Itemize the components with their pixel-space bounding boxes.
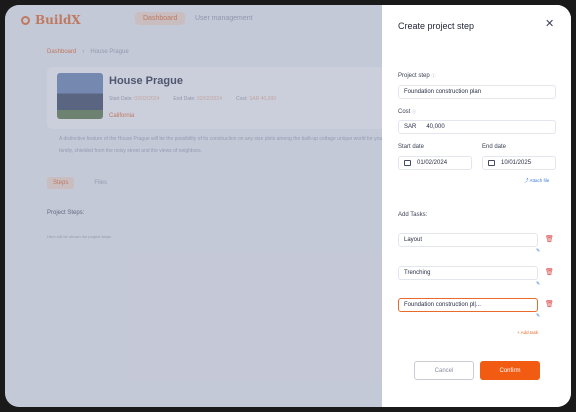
trash-icon[interactable]: 🗑 [545,268,554,276]
currency-select[interactable]: SAR [404,124,416,130]
trash-icon[interactable]: 🗑 [545,300,554,308]
edit-icon[interactable]: ✎ [536,249,541,254]
confirm-button[interactable]: Confirm [480,361,540,380]
background-app: BuildX Dashboard User management Dashboa… [5,5,387,407]
cancel-button[interactable]: Cancel [414,361,474,380]
task-value: Trenching [404,270,431,276]
close-icon[interactable]: ✕ [545,17,554,30]
end-date-input-value: 10/01/2025 [501,160,532,166]
cost-input-value: 40,000 [426,124,445,130]
edit-icon[interactable]: ✎ [536,314,541,319]
info-icon: ⓘ [412,109,417,114]
app-window: BuildX Dashboard User management Dashboa… [5,5,571,407]
task-value: Foundation construction pl|... [404,302,481,308]
cost-input[interactable]: SAR 40,000 [398,120,556,134]
end-date-input[interactable]: 10/01/2025 [482,156,556,170]
cost-field-label: Cost ⓘ [398,109,417,115]
end-date-field-label: End date [482,144,507,150]
panel-title: Create project step [398,21,475,31]
modal-overlay[interactable] [5,5,382,407]
start-date-input-value: 01/02/2024 [417,160,448,166]
edit-icon[interactable]: ✎ [536,282,541,287]
info-icon: ⓘ [431,73,436,78]
task-input-2[interactable]: Trenching [398,266,538,280]
attach-file-link[interactable]: ⤴ Attach file [524,178,549,184]
step-input-value: Foundation construction plan [404,89,482,95]
step-label: Project step ⓘ [398,73,436,79]
step-input[interactable]: Foundation construction plan [398,85,556,99]
start-date-field-label: Start date [398,144,425,150]
add-task-button[interactable]: + Add task [517,330,538,335]
tasks-label: Add Tasks: [398,212,428,218]
calendar-icon [404,160,411,166]
task-input-1[interactable]: Layout [398,233,538,247]
task-value: Layout [404,237,423,243]
create-step-panel: Create project step ✕ Project step ⓘ Fou… [382,5,571,407]
trash-icon[interactable]: 🗑 [545,235,554,243]
start-date-input[interactable]: 01/02/2024 [398,156,472,170]
task-input-3[interactable]: Foundation construction pl|... [398,298,538,312]
calendar-icon [488,160,495,166]
